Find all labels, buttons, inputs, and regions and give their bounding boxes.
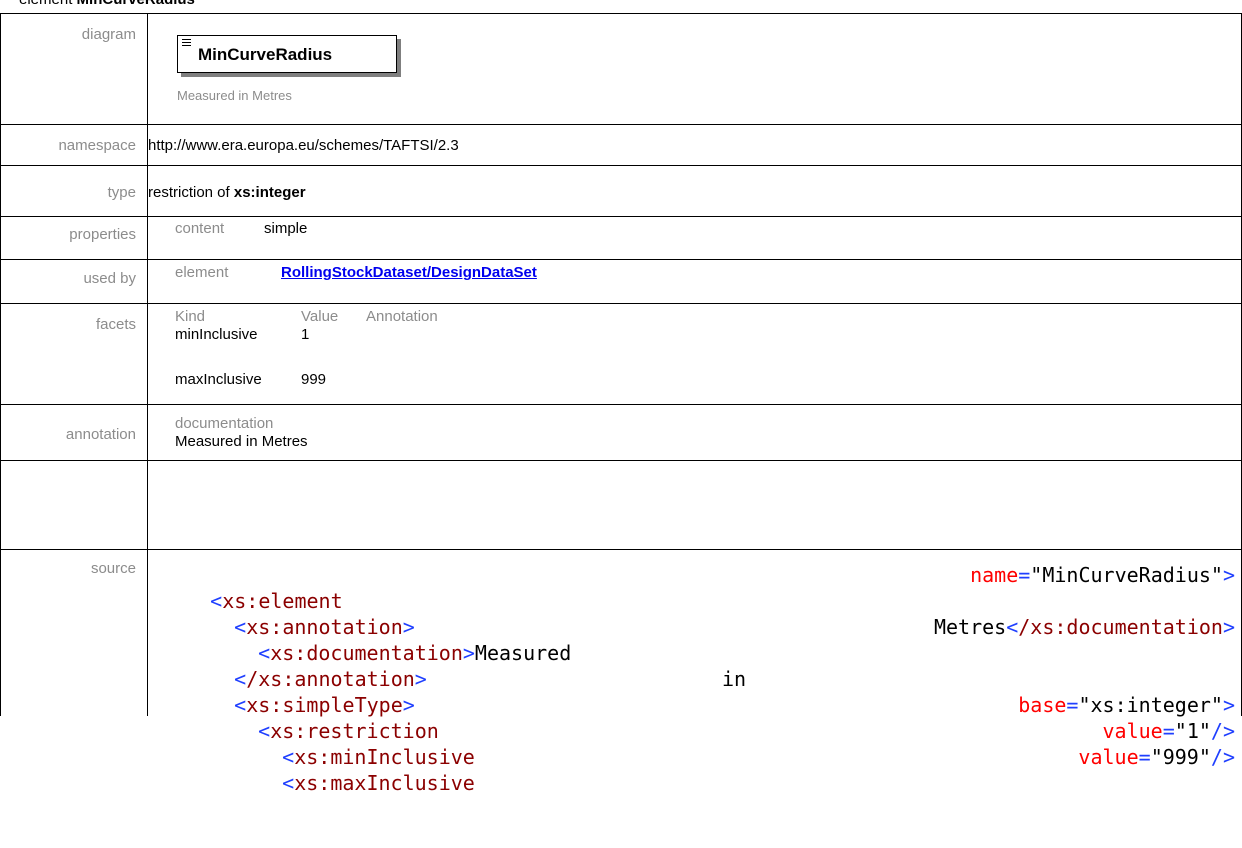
row-label-namespace: namespace — [58, 137, 136, 154]
row-label-annotation: annotation — [65, 426, 136, 443]
facet-kind: minInclusive — [175, 326, 258, 343]
row-divider — [0, 549, 1242, 550]
code-line: <xs:simpleType> — [234, 693, 415, 717]
source-code-block: <xs:element name="MinCurveRadius"> <xs:a… — [162, 562, 1242, 795]
type-prefix: restriction of — [148, 184, 234, 201]
diagram-caption: Measured in Metres — [177, 88, 292, 103]
property-value: simple — [264, 220, 308, 237]
code-attr: value — [1102, 719, 1163, 743]
table-border-left — [0, 13, 1, 716]
code-line: <xs:restriction base="xs:integer"> — [258, 693, 1235, 743]
facet-value: 1 — [301, 326, 310, 343]
table-column-divider — [147, 13, 148, 716]
element-icon — [182, 39, 191, 48]
used-by-key: element — [175, 264, 229, 281]
row-divider — [0, 460, 1242, 461]
code-attr: base — [1018, 693, 1067, 717]
facets-header-annotation: Annotation — [366, 308, 438, 325]
row-divider — [0, 124, 1242, 125]
facet-value: 999 — [301, 371, 327, 388]
namespace-value: http://www.era.europa.eu/schemes/TAFTSI/… — [148, 137, 459, 154]
facet-kind: maxInclusive — [175, 371, 262, 388]
row-divider — [0, 216, 1242, 217]
code-attr: value — [1078, 745, 1139, 769]
code-line: <xs:maxInclusive value="999"/> — [282, 745, 1235, 795]
row-divider — [0, 165, 1242, 166]
row-divider — [0, 13, 1242, 14]
code-attr-value: "999" — [1150, 745, 1211, 769]
property-key: content — [175, 220, 225, 237]
code-line: <xs:element name="MinCurveRadius"> — [210, 563, 1235, 613]
code-line: <xs:annotation> — [234, 615, 415, 639]
row-divider — [0, 259, 1242, 260]
row-divider — [0, 303, 1242, 304]
code-attr: name — [970, 563, 1019, 587]
used-by-link[interactable]: RollingStockDataset/DesignDataSet — [281, 264, 537, 281]
row-label-facets: facets — [95, 316, 136, 333]
row-label-used-by: used by — [83, 270, 136, 287]
code-line: <xs:minInclusive value="1"/> — [282, 719, 1235, 769]
type-value: restriction of xs:integer — [148, 184, 306, 201]
element-diagram-box: MinCurveRadius — [177, 35, 397, 73]
diagram-element-name: MinCurveRadius — [198, 45, 333, 64]
facets-header-kind: Kind — [175, 308, 206, 325]
row-label-properties: properties — [69, 226, 136, 243]
annotation-key: documentation — [175, 415, 274, 432]
code-tag: xs:maxInclusive — [294, 771, 475, 795]
row-label-source: source — [90, 560, 136, 577]
annotation-value: Measured in Metres — [175, 433, 308, 450]
facets-header-value: Value — [301, 308, 339, 325]
code-attr-value: "1" — [1174, 719, 1211, 743]
row-label-diagram: diagram — [81, 26, 136, 43]
type-base: xs:integer — [233, 184, 306, 201]
code-line: <xs:documentation>Measured in Metres</xs… — [258, 615, 1235, 691]
code-tag: /xs:documentation — [1018, 615, 1223, 639]
code-line: </xs:annotation> — [234, 667, 427, 691]
row-divider — [0, 404, 1242, 405]
code-attr-value: "xs:integer" — [1078, 693, 1223, 717]
code-text: Metres — [933, 615, 1007, 639]
row-label-type: type — [107, 184, 136, 201]
code-attr-value: "MinCurveRadius" — [1030, 563, 1223, 587]
